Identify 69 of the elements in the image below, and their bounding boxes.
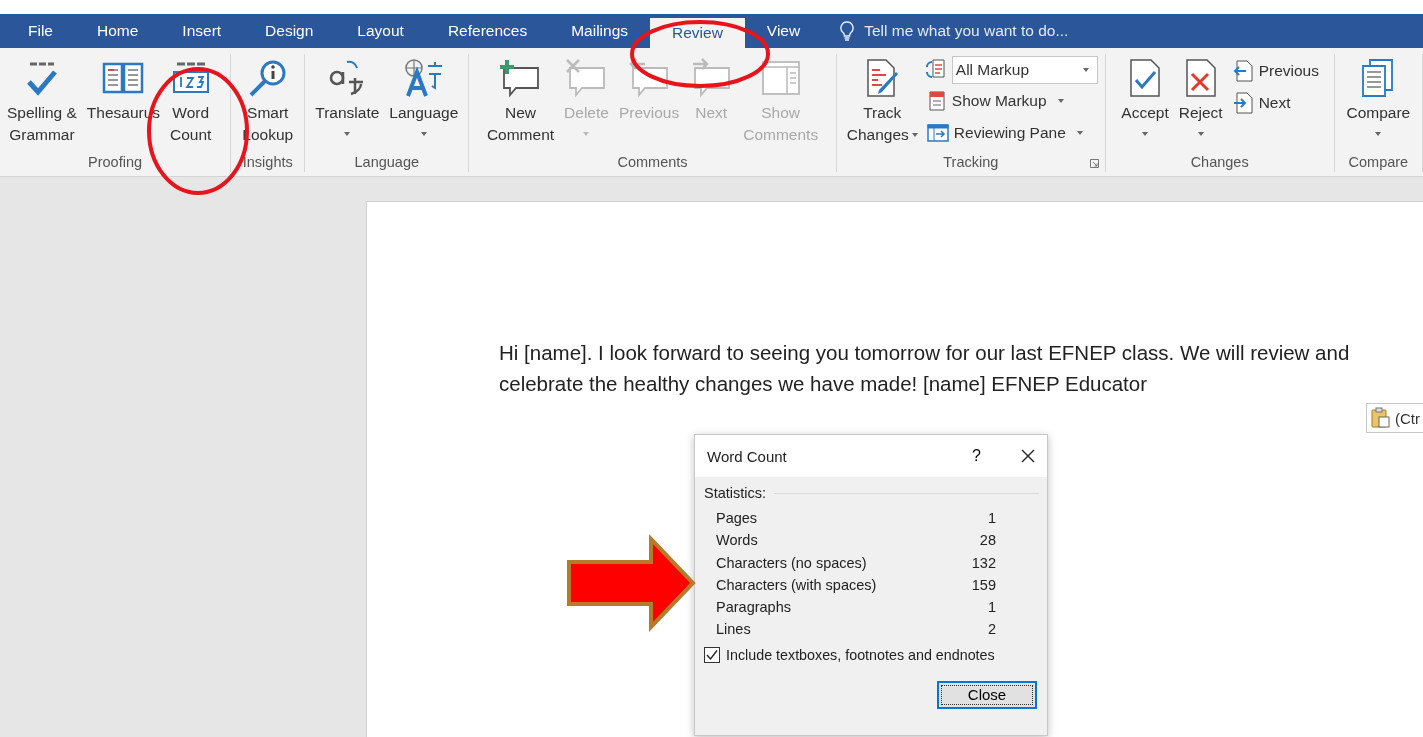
stat-label: Lines xyxy=(716,620,751,640)
caret-icon xyxy=(1375,132,1382,136)
ribbon-tab[interactable]: Layout xyxy=(335,14,426,48)
ribbon-tab[interactable]: View xyxy=(744,14,823,48)
ribbon-button[interactable]: Spelling & Grammar xyxy=(4,54,80,146)
ribbon-tab[interactable]: Home xyxy=(75,14,161,48)
close-icon[interactable] xyxy=(1021,449,1035,463)
caret-icon xyxy=(583,132,590,136)
ribbon-tab[interactable]: Design xyxy=(243,14,336,48)
caret-icon xyxy=(420,132,427,136)
stat-value: 1 xyxy=(987,509,996,528)
dialog-title: Word Count xyxy=(707,447,788,465)
ribbon-button[interactable]: Reviewing Pane xyxy=(924,118,1098,148)
ribbon-tab[interactable]: Mailings xyxy=(549,14,651,48)
caret-icon xyxy=(911,133,918,137)
clipboard-icon xyxy=(1371,407,1391,429)
group-label: Language xyxy=(354,154,420,170)
ribbon-button[interactable]: Show Markup xyxy=(924,86,1098,116)
caret-icon xyxy=(1197,132,1204,136)
checkbox-label: Include textboxes, footnotes and endnotes xyxy=(726,646,995,663)
ribbon-button[interactable]: New Comment xyxy=(483,54,558,146)
paste-options-button[interactable]: (Ctr xyxy=(1366,403,1423,433)
ribbon-button[interactable]: Translate xyxy=(312,54,383,136)
caret-icon xyxy=(1076,131,1083,135)
group-label: Tracking xyxy=(943,154,999,170)
group-label: Insights xyxy=(242,154,293,170)
stat-value: 1 xyxy=(987,598,996,618)
document-paragraph: Hi [name]. I look forward to seeing you tomorrow for our last EFNEP class. We will review and celebrate the healthy changes we have made! [name] EFNEP Educator xyxy=(499,340,1351,397)
ribbon-button[interactable]: Track Changes xyxy=(843,54,921,146)
stat-label: Words xyxy=(716,531,758,551)
stat-value: 28 xyxy=(979,531,996,551)
ribbon-button[interactable]: Word Count xyxy=(167,54,215,146)
group-label: Comments xyxy=(617,154,688,170)
group-label: Proofing xyxy=(88,154,143,170)
caret-icon xyxy=(344,132,351,136)
caret-icon xyxy=(1142,132,1149,136)
stat-label: Paragraphs xyxy=(716,598,791,618)
ribbon-tab[interactable]: References xyxy=(425,14,550,48)
ribbon-button[interactable]: Previous xyxy=(1229,56,1321,86)
section-label: Statistics: xyxy=(704,485,767,501)
group-label: Changes xyxy=(1190,154,1249,170)
markup-icon xyxy=(926,90,947,112)
stat-label: Characters (no spaces) xyxy=(716,553,867,573)
ribbon-button[interactable]: Reject xyxy=(1175,54,1226,136)
pane-icon xyxy=(926,123,949,143)
dialog-launcher-icon[interactable] xyxy=(1089,159,1099,168)
ribbon-tab[interactable]: File xyxy=(6,14,75,48)
stat-label: Characters (with spaces) xyxy=(716,575,877,595)
caret-icon xyxy=(1082,68,1089,72)
stat-label: Pages xyxy=(716,509,758,528)
ribbon-button[interactable]: Compare xyxy=(1343,54,1414,136)
close-button[interactable]: Close xyxy=(937,680,1037,709)
document-arrow-icon xyxy=(1231,60,1254,82)
group-label: Compare xyxy=(1348,154,1409,170)
tell-me-field[interactable]: Tell me what you want to do... xyxy=(862,21,1167,41)
stat-value: 159 xyxy=(971,575,996,595)
ribbon-tab[interactable]: Insert xyxy=(160,14,244,48)
ribbon-button[interactable]: Language xyxy=(386,54,462,136)
markup-dropdown[interactable]: All Markup xyxy=(951,56,1098,84)
stat-value: 2 xyxy=(987,620,996,640)
help-button[interactable]: ? xyxy=(972,447,981,465)
magnifier-info-icon xyxy=(247,58,288,98)
ribbon-button[interactable]: Next xyxy=(1229,88,1321,118)
caret-icon xyxy=(1057,99,1064,103)
stat-value: 132 xyxy=(971,553,996,573)
lightbulb-icon xyxy=(840,21,855,41)
checkbox[interactable] xyxy=(704,646,720,663)
document-arrow-icon xyxy=(1231,92,1254,114)
ribbon-button[interactable]: Accept xyxy=(1118,54,1172,136)
